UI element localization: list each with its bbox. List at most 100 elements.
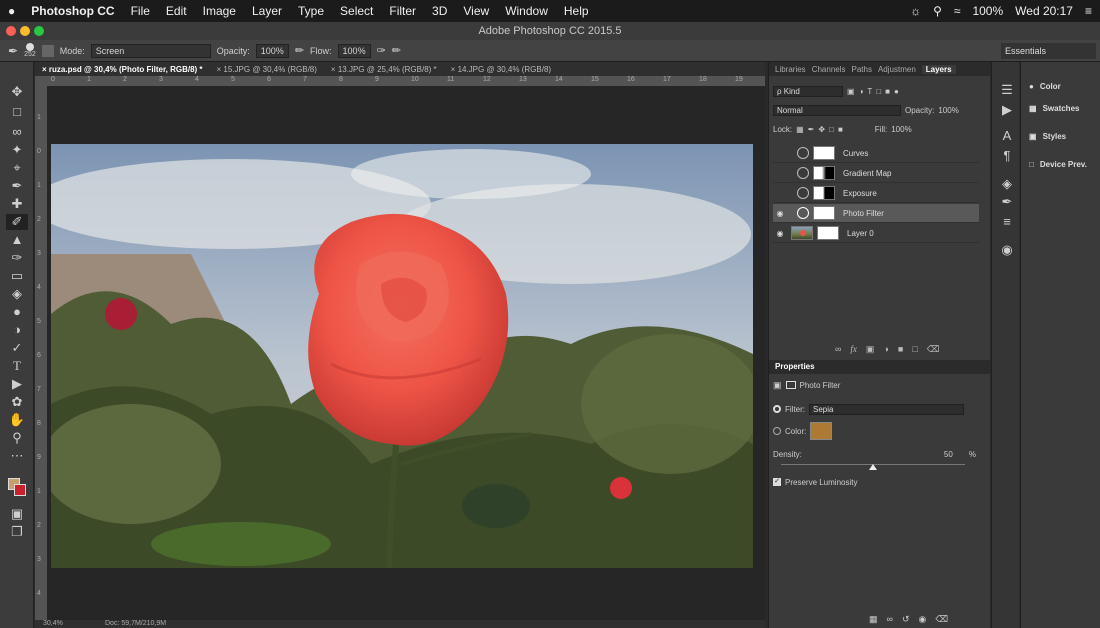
tab-layers[interactable]: Layers [921, 64, 956, 74]
filter-color-swatch[interactable] [810, 422, 833, 440]
density-value[interactable]: 50 [944, 450, 953, 459]
doc-size-readout[interactable]: Doc: 59,7M/210,9M [105, 620, 166, 627]
menu-view[interactable]: View [455, 4, 497, 18]
clone-source-icon[interactable]: ◉ [996, 242, 1018, 258]
filter-shape-icon[interactable]: □ [876, 87, 881, 96]
layer-mask-thumbnail[interactable] [813, 206, 835, 220]
brush-preset-picker[interactable]: 252 [24, 42, 36, 59]
paint-bucket-tool-icon[interactable]: ◈ [6, 286, 28, 302]
menu-help[interactable]: Help [556, 4, 597, 18]
color-radio[interactable] [773, 427, 781, 435]
brush-presets-icon[interactable]: ✒ [996, 194, 1018, 210]
eraser-tool-icon[interactable]: ▭ [6, 268, 28, 284]
blend-mode-select[interactable]: Normal [773, 104, 901, 116]
layer-row[interactable]: Gradient Map [773, 164, 979, 183]
view-previous-icon[interactable]: ∞ [887, 614, 893, 624]
layer-kind-select[interactable]: ρ Kind [773, 85, 843, 97]
menu-file[interactable]: File [123, 4, 158, 18]
filter-smart-object-icon[interactable]: ■ [885, 87, 890, 96]
workspace-switcher[interactable]: Essentials [1001, 43, 1096, 59]
dodge-tool-icon[interactable]: ◑ [6, 322, 28, 338]
character-panel-icon[interactable]: A [996, 128, 1018, 144]
brush-tool-icon[interactable]: ✒ [8, 44, 18, 58]
layer-row[interactable]: Curves [773, 144, 979, 163]
paragraph-panel-icon[interactable]: ¶ [996, 148, 1018, 164]
minimize-window-button[interactable] [20, 26, 30, 36]
layer-row[interactable]: Exposure [773, 184, 979, 203]
tab-adjustments[interactable]: Adjustmen [878, 65, 916, 74]
search-icon[interactable]: ⚲ [933, 4, 942, 18]
flow-field[interactable]: 100% [337, 43, 371, 58]
swatches-panel-button[interactable]: ▦ Swatches [1029, 104, 1079, 113]
eye-icon[interactable]: ◉ [773, 229, 787, 238]
mask-icon[interactable] [785, 381, 796, 389]
new-adjustment-icon[interactable]: ◑ [883, 344, 888, 354]
wifi-icon[interactable]: ≈ [954, 4, 961, 18]
eye-icon[interactable]: ◉ [773, 209, 787, 218]
mode-select[interactable]: Screen [90, 43, 211, 58]
adjustments-icon[interactable]: ≡ [996, 214, 1018, 230]
menu-type[interactable]: Type [290, 4, 332, 18]
menu-select[interactable]: Select [332, 4, 381, 18]
layer-mask-thumbnail[interactable] [813, 146, 835, 160]
pressure-opacity-icon[interactable]: ✏ [295, 44, 304, 57]
menu-filter[interactable]: Filter [381, 4, 424, 18]
density-slider[interactable] [781, 462, 965, 470]
actions-panel-icon[interactable]: ▶ [996, 102, 1018, 118]
lock-position-icon[interactable]: ✥ [818, 125, 825, 134]
path-selection-tool-icon[interactable]: ▶ [6, 376, 28, 392]
lock-artboard-icon[interactable]: □ [829, 125, 834, 134]
fill-field[interactable]: 100% [891, 125, 911, 134]
filter-radio[interactable] [773, 405, 781, 413]
menu-layer[interactable]: Layer [244, 4, 290, 18]
quick-mask-icon[interactable]: ▣ [6, 506, 28, 522]
filter-pixel-icon[interactable]: ▣ [847, 87, 855, 96]
toggle-visibility-icon[interactable]: ◉ [918, 614, 926, 625]
filter-select[interactable]: Sepia [809, 403, 964, 415]
clone-stamp-tool-icon[interactable]: ▲ [6, 232, 28, 248]
slider-thumb[interactable] [869, 464, 877, 470]
clip-to-layer-icon[interactable]: ▦ [869, 614, 878, 625]
custom-shape-tool-icon[interactable]: ✿ [6, 394, 28, 410]
add-mask-icon[interactable]: ▣ [866, 344, 875, 355]
menu-3d[interactable]: 3D [424, 4, 455, 18]
quick-selection-tool-icon[interactable]: ✦ [6, 142, 28, 158]
layer-mask-thumbnail[interactable] [813, 166, 835, 180]
crop-tool-icon[interactable]: ⌖ [6, 160, 28, 176]
opacity-field[interactable]: 100% [938, 106, 958, 115]
healing-brush-tool-icon[interactable]: ✚ [6, 196, 28, 212]
battery-percent[interactable]: 100% [972, 4, 1003, 18]
new-group-icon[interactable]: ■ [898, 344, 903, 354]
new-layer-icon[interactable]: □ [912, 344, 917, 354]
status-icon[interactable]: ☼ [910, 4, 921, 18]
history-panel-icon[interactable]: ☰ [996, 82, 1018, 98]
layer-row[interactable]: ◉ Layer 0 [773, 224, 979, 243]
layer-row[interactable]: ◉ Photo Filter [773, 204, 979, 223]
brush-tool-icon[interactable]: ✐ [6, 214, 28, 230]
app-menu[interactable]: Photoshop CC [23, 4, 122, 18]
brush-panel-icon[interactable] [41, 44, 54, 57]
pressure-size-icon[interactable]: ✏ [392, 44, 401, 57]
opacity-field[interactable]: 100% [255, 43, 289, 58]
lock-all-icon[interactable]: ■ [838, 125, 843, 134]
delete-layer-icon[interactable]: ⌫ [927, 344, 940, 355]
styles-panel-button[interactable]: ▣ Styles [1029, 132, 1066, 141]
background-color-swatch[interactable] [14, 484, 26, 496]
tab-channels[interactable]: Channels [812, 65, 846, 74]
type-tool-icon[interactable]: T [6, 358, 28, 374]
reset-icon[interactable]: ↺ [902, 614, 910, 625]
filter-type-icon[interactable]: T [867, 87, 872, 96]
airbrush-icon[interactable]: ✑ [377, 44, 386, 57]
device-preview-panel-button[interactable]: □ Device Prev. [1029, 160, 1087, 169]
tab-13jpg[interactable]: × 13.JPG @ 25,4% (RGB/8) * [324, 65, 444, 74]
layer-mask-thumbnail[interactable] [813, 186, 835, 200]
lock-image-icon[interactable]: ✒ [808, 125, 815, 134]
edit-toolbar-icon[interactable]: ⋯ [6, 448, 28, 464]
pen-tool-icon[interactable]: ✓ [6, 340, 28, 356]
hand-tool-icon[interactable]: ✋ [6, 412, 28, 428]
lock-transparent-icon[interactable]: ▦ [796, 125, 804, 134]
preserve-luminosity-checkbox[interactable]: ✓ [773, 478, 781, 486]
menu-edit[interactable]: Edit [158, 4, 195, 18]
layer-thumbnail[interactable] [791, 226, 813, 240]
close-window-button[interactable] [6, 26, 16, 36]
